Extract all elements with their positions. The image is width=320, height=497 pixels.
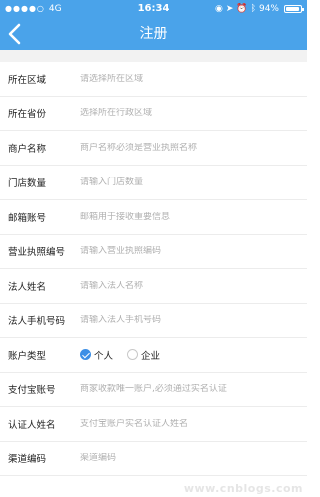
navigation-bar: 注册: [0, 18, 307, 50]
battery-percent: 94%: [258, 4, 279, 14]
legal-phone-label: 法人手机号码: [8, 316, 66, 328]
store-count-label: 门店数量: [8, 178, 47, 190]
merchant-name-input[interactable]: [80, 142, 301, 153]
form-row-email: 邮箱账号: [0, 200, 307, 235]
merchant-name-label: 商户名称: [8, 143, 47, 155]
status-indicators: ◉ ➤ ⏰ ᛒ 94%: [214, 0, 304, 18]
account-type-personal-radio[interactable]: 个人: [80, 348, 113, 362]
form-row-legal-name: 法人姓名: [0, 269, 307, 304]
email-label: 邮箱账号: [8, 212, 47, 224]
account-type-radio-group: 个人 企业: [80, 348, 301, 362]
form-row-merchant-name: 商户名称: [0, 131, 307, 166]
channel-code-label: 渠道编码: [8, 454, 47, 466]
form-row-store-count: 门店数量: [0, 165, 307, 200]
personal-option-label: 个人: [94, 350, 114, 362]
license-number-input[interactable]: [80, 246, 301, 257]
channel-code-input[interactable]: [80, 453, 301, 464]
license-number-label: 营业执照编号: [8, 247, 66, 259]
bluetooth-icon: ᛒ: [250, 4, 256, 14]
account-type-label: 账户类型: [8, 350, 47, 362]
registration-form: 所在区域 所在省份 商户名称 门店数量 邮箱账号 营业执照编号 法人姓名 法人手…: [0, 62, 307, 476]
form-row-legal-phone: 法人手机号码: [0, 303, 307, 338]
location-arrow-icon: ➤: [225, 4, 234, 14]
store-count-input[interactable]: [80, 177, 301, 188]
region-select[interactable]: [80, 73, 301, 84]
page-title: 注册: [139, 26, 168, 42]
form-row-account-type: 账户类型 个人 企业: [0, 338, 307, 373]
legal-phone-input[interactable]: [80, 315, 301, 326]
region-label: 所在区域: [8, 74, 47, 86]
radio-unchecked-icon: [127, 349, 139, 361]
enterprise-option-label: 企业: [141, 350, 161, 362]
account-type-enterprise-radio[interactable]: 企业: [127, 348, 160, 362]
radio-checked-icon: [80, 349, 91, 361]
legal-name-label: 法人姓名: [8, 281, 47, 293]
form-row-alipay-account: 支付宝账号: [0, 372, 307, 407]
form-row-channel-code: 渠道编码: [0, 441, 307, 476]
form-row-region[interactable]: 所在区域: [0, 62, 307, 97]
verifier-name-label: 认证人姓名: [8, 419, 56, 431]
battery-icon: [284, 5, 304, 13]
alipay-account-label: 支付宝账号: [8, 385, 56, 397]
section-gap: [0, 50, 307, 62]
form-row-license-number: 营业执照编号: [0, 234, 307, 269]
alarm-icon: ⏰: [236, 4, 248, 14]
form-row-verifier-name: 认证人姓名: [0, 407, 307, 442]
orientation-lock-icon: ◉: [214, 4, 223, 14]
verifier-name-input[interactable]: [80, 418, 301, 429]
province-label: 所在省份: [8, 109, 47, 121]
email-field[interactable]: [80, 211, 301, 222]
status-bar: ●●●●○ 4G 16:34 ◉ ➤ ⏰ ᛒ 94%: [0, 0, 307, 18]
form-row-province[interactable]: 所在省份: [0, 96, 307, 131]
alipay-account-input[interactable]: [80, 384, 301, 395]
province-select[interactable]: [80, 108, 301, 119]
watermark: www.cnblogs.com: [183, 482, 303, 495]
battery-fill: [286, 7, 299, 11]
legal-name-input[interactable]: [80, 280, 301, 291]
